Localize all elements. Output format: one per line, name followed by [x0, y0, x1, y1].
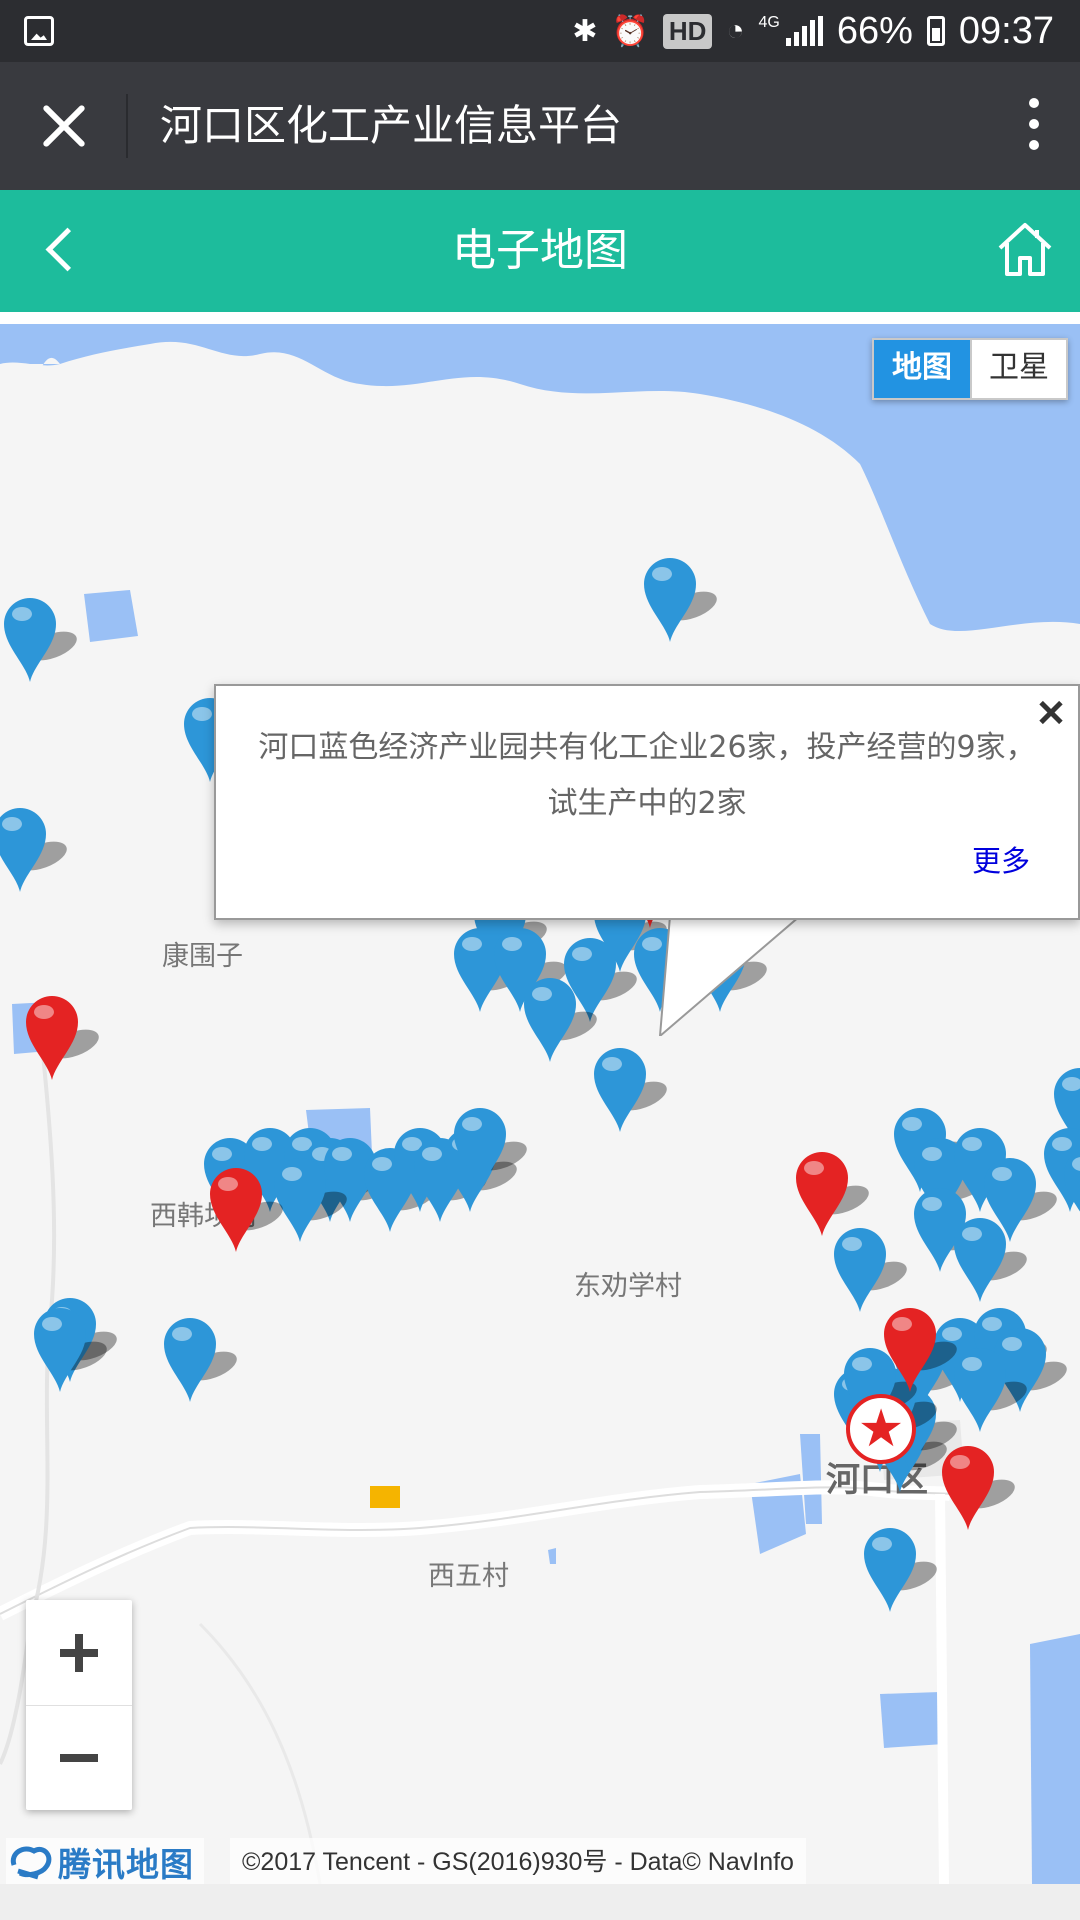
map-type-toggle: 地图 卫星: [872, 338, 1068, 400]
page-title: 电子地图: [452, 225, 628, 276]
pond: [84, 590, 138, 642]
map-marker[interactable]: [860, 1524, 937, 1614]
zoom-out-button[interactable]: [26, 1705, 132, 1810]
info-window: 河口蓝色经济产业园共有化工企业26家，投产经营的9家，试生产中的2家 更多: [214, 684, 1080, 920]
map-marker[interactable]: [950, 1344, 1027, 1434]
bottom-strip: [0, 1884, 1080, 1920]
header-gap: [0, 312, 1080, 324]
status-bar-right: ✱ ⏰ HD ◔ 4G 66% 09:37: [572, 8, 1054, 54]
place-label-xiwu: 西五村: [428, 1561, 509, 1592]
map-marker[interactable]: [1060, 1144, 1080, 1234]
hd-badge: HD: [662, 13, 713, 49]
map-marker[interactable]: [0, 594, 77, 684]
gallery-icon: [24, 16, 54, 46]
clock: 09:37: [958, 9, 1054, 52]
map-marker[interactable]: [520, 974, 597, 1064]
home-icon[interactable]: [994, 218, 1056, 280]
place-label-dongquanxue: 东劝学村: [574, 1271, 682, 1302]
zoom-control: [26, 1600, 132, 1810]
pond: [548, 1548, 556, 1564]
more-icon[interactable]: [1024, 98, 1044, 154]
status-bar: ✱ ⏰ HD ◔ 4G 66% 09:37: [0, 0, 1080, 62]
map-marker[interactable]: [450, 1104, 527, 1194]
zoom-in-button[interactable]: [26, 1600, 132, 1705]
map-type-map[interactable]: 地图: [874, 340, 970, 398]
info-close-icon[interactable]: [1034, 696, 1068, 730]
battery-percent: 66%: [836, 9, 913, 52]
bluetooth-icon: ✱: [572, 14, 598, 48]
map-marker[interactable]: [270, 1154, 347, 1244]
map-marker-highlight[interactable]: [22, 992, 99, 1082]
road: [935, 1493, 949, 1884]
map-marker-highlight[interactable]: [206, 1164, 283, 1254]
map-marker[interactable]: [590, 1044, 667, 1134]
title-bar: 河口区化工产业信息平台: [0, 62, 1080, 190]
map-marker[interactable]: [30, 1304, 107, 1394]
tencent-logo-icon: [10, 1846, 52, 1880]
map-marker[interactable]: [0, 804, 67, 894]
district-star-marker[interactable]: ★: [846, 1394, 916, 1464]
road-sign: [370, 1486, 400, 1508]
app-title: 河口区化工产业信息平台: [160, 101, 623, 150]
title-divider: [126, 94, 128, 158]
pond: [880, 1692, 944, 1748]
info-more-link[interactable]: 更多: [972, 838, 1030, 880]
pond: [1030, 1634, 1080, 1884]
tencent-map-logo: 腾讯地图: [6, 1838, 204, 1884]
place-label-kangweizi: 康围子: [162, 941, 243, 972]
map-marker[interactable]: [640, 554, 717, 644]
map-canvas[interactable]: 康围子 西韩坝村 东劝学村 西五村 河口区 ★ 地图 卫星 河口蓝色经济产业园共…: [0, 324, 1080, 1884]
wifi-icon: ◔: [726, 14, 745, 47]
info-window-text: 河口蓝色经济产业园共有化工企业26家，投产经营的9家，试生产中的2家: [258, 730, 1036, 821]
map-type-satellite[interactable]: 卫星: [970, 340, 1066, 398]
map-marker[interactable]: [950, 1214, 1027, 1304]
network-type: 4G: [758, 14, 780, 31]
map-copyright: ©2017 Tencent - GS(2016)930号 - Data© Nav…: [230, 1838, 806, 1884]
map-marker-highlight[interactable]: [938, 1442, 1015, 1532]
signal-icon: [785, 16, 823, 46]
map-marker-highlight[interactable]: [792, 1148, 869, 1238]
info-window-pointer: [658, 916, 800, 1036]
map-marker[interactable]: [160, 1314, 237, 1404]
logo-text: 腾讯地图: [58, 1845, 194, 1884]
alarm-icon: ⏰: [611, 14, 649, 48]
battery-icon: [926, 16, 945, 46]
close-icon[interactable]: [30, 92, 98, 160]
map-marker-highlight[interactable]: [880, 1304, 957, 1394]
page-header: 电子地图: [0, 190, 1080, 312]
